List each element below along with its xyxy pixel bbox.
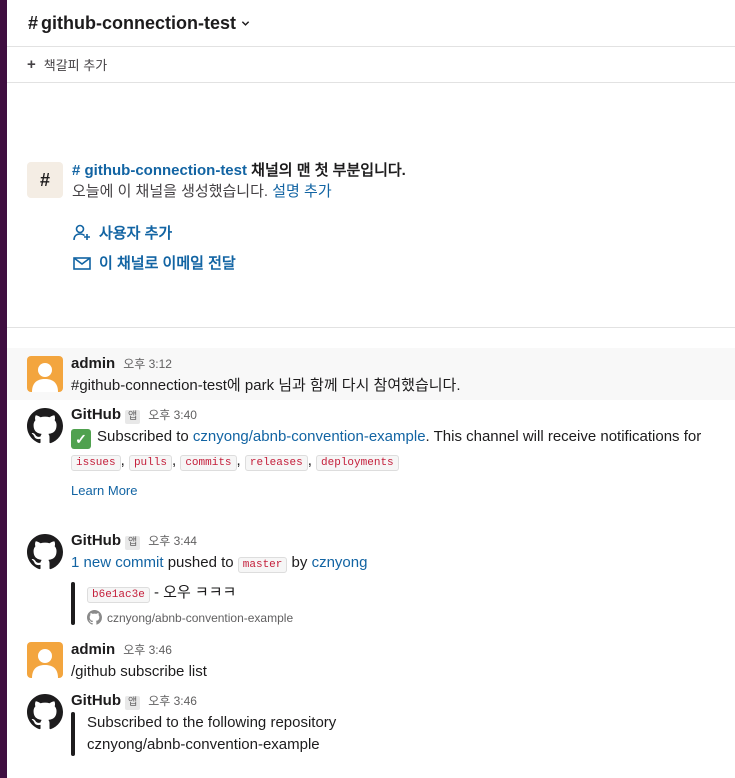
channel-name: github-connection-test: [41, 12, 236, 33]
message-header: GitHub 앱 오후 3:44: [71, 530, 715, 552]
add-bookmark-label: 책갈피 추가: [43, 58, 108, 73]
text-suffix: . This channel will receive notification…: [425, 428, 702, 445]
add-bookmark-button[interactable]: + 책갈피 추가: [27, 55, 107, 74]
message-github-commit[interactable]: GitHub 앱 오후 3:44 1 new commit pushed to …: [7, 530, 735, 630]
message-header: GitHub 앱 오후 3:40: [71, 404, 715, 426]
message-body: admin 오후 3:12 #github-connection-test에 p…: [71, 353, 715, 397]
workspace-sidebar-edge: [0, 0, 7, 778]
add-description-link[interactable]: 설명 추가: [272, 183, 331, 200]
timestamp[interactable]: 오후 3:46: [123, 639, 172, 661]
channel-name-button[interactable]: # github-connection-test: [28, 13, 250, 34]
github-avatar[interactable]: [27, 534, 63, 570]
email-icon: [73, 256, 91, 270]
sender-name[interactable]: admin: [71, 639, 115, 661]
subscription-attachment: Subscribed to the following repository c…: [71, 712, 715, 756]
intro-text: # github-connection-test 채널의 맨 첫 부분입니다. …: [72, 160, 712, 202]
person-avatar-icon: [32, 363, 58, 392]
message-body: GitHub 앱 오후 3:44 1 new commit pushed to …: [71, 530, 715, 625]
separator: ,: [236, 452, 241, 469]
sender-name[interactable]: GitHub: [71, 530, 121, 552]
pushed-to-text: pushed to: [163, 554, 238, 571]
commit-message: - 오우 ㅋㅋㅋ: [149, 584, 237, 601]
timestamp[interactable]: 오후 3:44: [148, 530, 197, 552]
github-avatar[interactable]: [27, 408, 63, 444]
message-github-list[interactable]: GitHub 앱 오후 3:46 Subscribed to the follo…: [7, 690, 735, 770]
app-badge: 앱: [125, 536, 141, 550]
message-header: admin 오후 3:46: [71, 639, 715, 661]
feature-code: deployments: [316, 455, 399, 471]
commit-hash[interactable]: b6e1ac3e: [87, 587, 150, 603]
learn-more-link[interactable]: Learn More: [71, 483, 137, 498]
app-badge: 앱: [125, 696, 141, 710]
intro-created: 오늘에 이 채널을 생성했습니다. 설명 추가: [72, 181, 712, 202]
add-user-label: 사용자 추가: [99, 225, 173, 242]
add-user-icon: [73, 224, 90, 240]
by-text: by: [287, 554, 312, 571]
intro-title: # github-connection-test 채널의 맨 첫 부분입니다.: [72, 160, 712, 181]
separator: ,: [171, 452, 177, 469]
message-admin-command[interactable]: admin 오후 3:46 /github subscribe list: [7, 638, 735, 686]
timestamp[interactable]: 오후 3:46: [148, 690, 197, 712]
github-icon: [27, 408, 63, 444]
text-prefix: Subscribed to: [97, 428, 193, 445]
github-icon: [27, 534, 63, 570]
list-title: Subscribed to the following repository: [87, 714, 337, 731]
channel-hash-icon: #: [27, 162, 63, 198]
avatar[interactable]: [27, 356, 63, 392]
message-admin-join[interactable]: admin 오후 3:12 #github-connection-test에 p…: [7, 348, 735, 400]
channel-header: # github-connection-test: [7, 0, 735, 47]
timestamp[interactable]: 오후 3:12: [123, 353, 172, 375]
github-icon: [27, 694, 63, 730]
feature-list: issues, pulls, commits, releases, deploy…: [71, 449, 715, 475]
message-header: GitHub 앱 오후 3:46: [71, 690, 715, 712]
channel-link[interactable]: # github-connection-test: [72, 162, 247, 179]
sender-name[interactable]: admin: [71, 353, 115, 375]
attachment-repo: cznyong/abnb-convention-example: [107, 610, 294, 625]
email-forward-label: 이 채널로 이메일 전달: [99, 255, 236, 272]
feature-code: commits: [180, 455, 237, 471]
message-body: GitHub 앱 오후 3:40 ✓ Subscribed to cznyong/…: [71, 404, 715, 498]
channel-view: # github-connection-test + 책갈피 추가 # # gi…: [7, 0, 735, 778]
chevron-down-icon: [241, 20, 250, 26]
message-header: admin 오후 3:12: [71, 353, 715, 375]
branch-code: master: [237, 557, 288, 573]
plus-icon: +: [27, 56, 36, 73]
divider: [7, 327, 735, 328]
feature-code: pulls: [128, 455, 172, 471]
feature-code: issues: [71, 455, 121, 471]
message-github-subscribed[interactable]: GitHub 앱 오후 3:40 ✓ Subscribed to cznyong/…: [7, 402, 735, 524]
bookmark-bar: + 책갈피 추가: [7, 47, 735, 83]
intro-title-rest: 채널의 맨 첫 부분입니다.: [247, 162, 406, 179]
message-text: 1 new commit pushed to master by cznyong: [71, 552, 715, 576]
email-forward-button[interactable]: 이 채널로 이메일 전달: [72, 252, 236, 273]
timestamp[interactable]: 오후 3:40: [148, 404, 197, 426]
learn-more-row: Learn More: [71, 483, 715, 498]
commit-link[interactable]: 1 new commit: [71, 554, 164, 571]
message-text: ✓ Subscribed to cznyong/abnb-convention-e…: [71, 426, 715, 449]
message-text: /github subscribe list: [71, 663, 207, 680]
person-avatar-icon: [32, 649, 58, 678]
github-icon: [87, 610, 102, 625]
app-badge: 앱: [125, 410, 141, 424]
commit-attachment: b6e1ac3e - 오우 ㅋㅋㅋ cznyong/abnb-conventio…: [71, 582, 715, 625]
feature-code: releases: [244, 455, 308, 471]
author-link[interactable]: cznyong: [312, 554, 368, 571]
add-user-button[interactable]: 사용자 추가: [72, 222, 172, 243]
message-body: GitHub 앱 오후 3:46 Subscribed to the follo…: [71, 690, 715, 756]
intro-created-text: 오늘에 이 채널을 생성했습니다.: [72, 183, 273, 200]
commit-line: b6e1ac3e - 오우 ㅋㅋㅋ: [87, 582, 715, 606]
separator: ,: [307, 452, 312, 469]
message-text: #github-connection-test에 park 님과 함께 다시 참…: [71, 377, 461, 394]
hash-icon: #: [28, 12, 39, 33]
avatar[interactable]: [27, 642, 63, 678]
attachment-footer: cznyong/abnb-convention-example: [87, 610, 715, 625]
check-icon: ✓: [71, 429, 91, 449]
github-avatar[interactable]: [27, 694, 63, 730]
sender-name[interactable]: GitHub: [71, 690, 121, 712]
message-body: admin 오후 3:46 /github subscribe list: [71, 639, 715, 683]
sender-name[interactable]: GitHub: [71, 404, 121, 426]
repo-link[interactable]: cznyong/abnb-convention-example: [193, 428, 426, 445]
separator: ,: [120, 452, 125, 469]
repo-link[interactable]: cznyong/abnb-convention-example: [87, 734, 715, 756]
